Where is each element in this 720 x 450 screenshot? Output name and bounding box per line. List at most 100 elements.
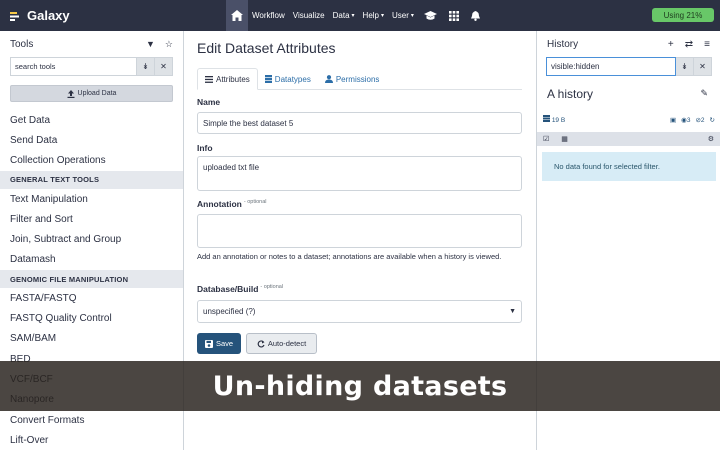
tool-list-item[interactable]: Text Manipulation (0, 189, 183, 209)
nav-menu: Workflow Visualize Data ▾ Help ▾ User ▾ (248, 0, 418, 31)
tool-list-item[interactable]: Convert Formats (0, 410, 183, 430)
auto-detect-label: Auto-detect (267, 339, 307, 348)
gear-icon[interactable]: ⚙ (708, 135, 714, 143)
tool-search-row: search tools ↡ ✕ (10, 57, 173, 76)
deleted-count-value: 3 (686, 116, 691, 124)
upload-data-button[interactable]: Upload Data (10, 85, 173, 102)
home-icon (231, 10, 243, 21)
menu-icon[interactable]: ≡ (704, 39, 710, 50)
history-selection-bar: ☑ ▦ ⚙ (537, 132, 720, 146)
history-clear-filter-button[interactable]: ✕ (694, 57, 712, 76)
select-all-checkbox-icon[interactable]: ☑ (543, 135, 549, 143)
tool-list-item[interactable]: Send Data (0, 130, 183, 150)
brand[interactable]: Galaxy (0, 0, 226, 31)
annotation-help-text: Add an annotation or notes to a dataset;… (197, 252, 502, 261)
history-name: A history (547, 87, 594, 101)
upload-label: Upload Data (77, 90, 117, 97)
advanced-search-button[interactable]: ↡ (137, 57, 155, 76)
tab-attributes[interactable]: Attributes (197, 68, 258, 90)
nav-item-user[interactable]: User ▾ (388, 0, 418, 31)
refresh-icon[interactable]: ↻ (710, 116, 715, 124)
nav-scratchbook[interactable] (443, 0, 465, 31)
tab-permissions[interactable]: Permissions (318, 68, 387, 90)
tool-panel-header: Tools ▼ ☆ (0, 31, 183, 57)
tool-list-item[interactable]: Lift-Over (0, 430, 183, 450)
history-advanced-filter-button[interactable]: ↡ (676, 57, 694, 76)
tool-list-item[interactable]: Filter and Sort (0, 209, 183, 229)
nav-notifications[interactable] (465, 0, 486, 31)
clear-search-button[interactable]: ✕ (155, 57, 173, 76)
tool-list-item[interactable]: FASTQ Quality Control (0, 308, 183, 328)
redo-icon (257, 339, 265, 347)
double-chevron-down-icon: ↡ (681, 62, 688, 71)
caret-down-icon: ▾ (410, 13, 414, 19)
history-header: History + ⇄ ≡ (537, 31, 720, 57)
caret-down-icon[interactable]: ▼ (146, 39, 155, 49)
history-actions: + ⇄ ≡ (668, 39, 710, 50)
annotation-field[interactable] (197, 214, 522, 248)
deleted-count[interactable]: ◉3 (681, 116, 690, 124)
grid-icon (448, 10, 459, 21)
tool-list-item[interactable]: Datamash (0, 250, 183, 270)
history-filter-row: visible:hidden ↡ ✕ (546, 57, 712, 76)
annotation-optional: - optional (243, 199, 267, 205)
nav-item-data[interactable]: Data ▾ (329, 0, 359, 31)
nav-item-label: Data (332, 11, 350, 20)
history-size[interactable]: 19 B (543, 115, 565, 124)
dbkey-label: Database/Build - optional (197, 284, 283, 294)
database-icon (264, 75, 272, 83)
info-field[interactable]: uploaded txt file (197, 156, 522, 191)
caret-down-icon: ▾ (351, 13, 355, 19)
pencil-icon[interactable]: ✎ (700, 88, 708, 99)
tool-section-header[interactable]: GENERAL TEXT TOOLS (0, 170, 183, 189)
info-label: Info (197, 143, 213, 153)
auto-detect-button[interactable]: Auto-detect (246, 333, 317, 354)
history-stats: 19 B ▣ ◉3 ⊘2 ↻ (543, 115, 715, 124)
star-icon[interactable]: ☆ (165, 39, 173, 50)
nav-item-workflow[interactable]: Workflow (248, 0, 289, 31)
bars-icon (205, 75, 213, 83)
tool-list-item[interactable]: SAM/BAM (0, 329, 183, 349)
tab-label: Datatypes (274, 74, 311, 84)
home-button[interactable] (226, 0, 248, 31)
dbkey-selected-value: unspecified (?) (203, 307, 256, 316)
switch-history-icon[interactable]: ⇄ (685, 39, 693, 50)
close-icon: ✕ (699, 62, 706, 71)
user-icon (324, 75, 333, 83)
save-button[interactable]: Save (197, 333, 241, 354)
close-icon: ✕ (160, 62, 167, 71)
nav-item-label: Workflow (252, 11, 285, 20)
hidden-count[interactable]: ⊘2 (695, 116, 704, 124)
tool-panel-actions: ▼ ☆ (146, 39, 173, 50)
dbkey-select[interactable]: unspecified (?) ▼ (197, 300, 522, 323)
tab-datatypes[interactable]: Datatypes (258, 68, 318, 90)
tool-search-input[interactable]: search tools (10, 57, 137, 76)
nav-item-visualize[interactable]: Visualize (289, 0, 329, 31)
caption-banner: Un-hiding datasets (0, 361, 720, 411)
chevron-down-icon: ▼ (509, 308, 516, 315)
tab-label: Permissions (335, 74, 380, 84)
history-title: History (547, 38, 579, 50)
nav-courses[interactable] (418, 0, 443, 31)
hdd-icon[interactable]: ▣ (670, 116, 676, 124)
tool-list-item[interactable]: Join, Subtract and Group (0, 229, 183, 249)
collapse-icon[interactable]: ▦ (561, 135, 568, 143)
caption-text: Un-hiding datasets (212, 370, 508, 402)
nav-item-label: Help (362, 11, 379, 20)
graduation-cap-icon (423, 10, 437, 20)
dbkey-label-text: Database/Build (197, 284, 259, 294)
nav-item-help[interactable]: Help ▾ (359, 0, 388, 31)
plus-icon[interactable]: + (668, 39, 674, 50)
tool-list-item[interactable]: FASTA/FASTQ (0, 288, 183, 308)
history-filter-input[interactable]: visible:hidden (546, 57, 676, 76)
tool-list-item[interactable]: Get Data (0, 110, 183, 130)
bell-icon (470, 10, 480, 21)
save-label: Save (215, 339, 234, 348)
annotation-label: Annotation - optional (197, 199, 267, 209)
name-field[interactable]: Simple the best dataset 5 (197, 112, 522, 134)
history-counters: ▣ ◉3 ⊘2 ↻ (670, 116, 715, 124)
quota-usage-badge[interactable]: Using 21% (652, 8, 714, 22)
tool-section-header[interactable]: GENOMIC FILE MANIPULATION (0, 270, 183, 289)
page-title: Edit Dataset Attributes (197, 40, 336, 56)
tool-list-item[interactable]: Collection Operations (0, 151, 183, 171)
